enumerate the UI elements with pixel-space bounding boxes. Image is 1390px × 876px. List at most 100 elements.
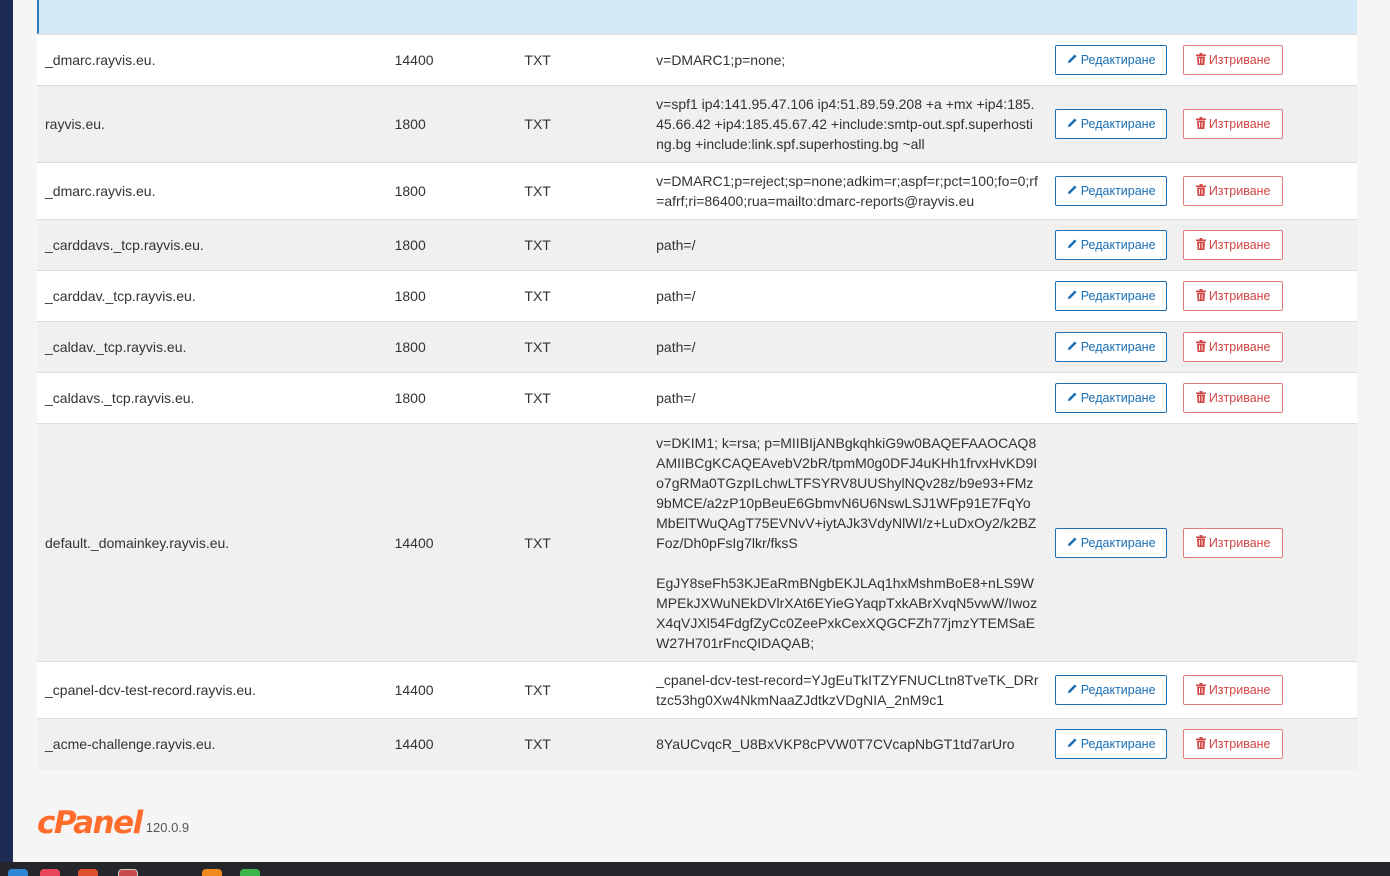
record-type: TXT <box>524 116 551 132</box>
edit-button-label: Редактиране <box>1080 737 1156 752</box>
record-name: _cpanel-dcv-test-record.rayvis.eu. <box>45 682 256 698</box>
table-row: _carddavs._tcp.rayvis.eu. 1800 TXT path=… <box>37 219 1357 271</box>
delete-button-label: Изтриване <box>1208 683 1271 697</box>
record-name: _carddav._tcp.rayvis.eu. <box>45 288 196 304</box>
record-type: TXT <box>524 237 551 253</box>
delete-button[interactable]: Изтриване <box>1183 332 1284 362</box>
table-row: _dmarc.rayvis.eu. 1800 TXT v=DMARC1;p=re… <box>37 162 1357 220</box>
record-type: TXT <box>524 390 551 406</box>
trash-icon <box>1195 390 1206 406</box>
delete-button[interactable]: Изтриване <box>1183 230 1284 260</box>
record-value-part2: EgJY8seFh53KJEaRmBNgbEKJLAq1hxMshmBoE8+n… <box>656 574 1038 651</box>
edit-button-label: Редактиране <box>1080 184 1156 198</box>
edit-button[interactable]: Редактиране <box>1055 281 1168 311</box>
edit-button-label: Редактиране <box>1080 289 1156 303</box>
pencil-icon <box>1067 53 1078 67</box>
trash-icon <box>1195 237 1206 253</box>
left-sidebar-edge <box>0 0 13 862</box>
pencil-icon <box>1067 683 1078 697</box>
edit-button[interactable]: Редактиране <box>1055 176 1168 206</box>
table-row: _dmarc.rayvis.eu. 14400 TXT v=DMARC1;p=n… <box>37 34 1357 86</box>
record-ttl: 1800 <box>394 390 426 406</box>
cpanel-version: 120.0.9 <box>145 820 190 835</box>
delete-button-label: Изтриване <box>1208 535 1271 550</box>
taskbar-app-icon[interactable] <box>240 869 260 876</box>
record-ttl: 1800 <box>394 116 426 132</box>
taskbar-app-icon[interactable] <box>202 869 222 876</box>
taskbar-app-icon[interactable] <box>118 869 138 876</box>
record-name: _dmarc.rayvis.eu. <box>45 183 156 199</box>
record-ttl: 1800 <box>394 339 426 355</box>
table-row: _acme-challenge.rayvis.eu. 14400 TXT 8Ya… <box>37 718 1357 770</box>
record-value: v=DMARC1;p=none; <box>656 52 786 68</box>
record-type: TXT <box>524 736 551 753</box>
taskbar-app-icon[interactable] <box>8 869 28 876</box>
delete-button[interactable]: Изтриване <box>1183 729 1284 760</box>
record-type: TXT <box>524 52 551 68</box>
record-name: rayvis.eu. <box>45 116 105 132</box>
record-value: path=/ <box>656 288 696 304</box>
edit-button[interactable]: Редактиране <box>1055 332 1168 362</box>
record-name: default._domainkey.rayvis.eu. <box>45 534 230 551</box>
table-row: rayvis.eu. 1800 TXT v=spf1 ip4:141.95.47… <box>37 85 1357 163</box>
delete-button[interactable]: Изтриване <box>1183 281 1284 311</box>
pencil-icon <box>1067 737 1078 751</box>
pencil-icon <box>1067 238 1078 252</box>
delete-button[interactable]: Изтриване <box>1183 675 1284 705</box>
record-value: 8YaUCvqcR_U8BxVKP8cPVW0T7CVcapNbGT1td7ar… <box>656 736 1015 753</box>
edit-button[interactable]: Редактиране <box>1055 527 1168 558</box>
taskbar-app-icon[interactable] <box>78 869 98 876</box>
edit-button[interactable]: Редактиране <box>1055 675 1168 705</box>
edit-button[interactable]: Редактиране <box>1055 109 1168 139</box>
selected-row-highlight <box>37 0 1357 34</box>
pencil-icon <box>1067 536 1078 550</box>
pencil-icon <box>1067 340 1078 354</box>
os-taskbar <box>0 862 1390 876</box>
pencil-icon <box>1067 117 1078 131</box>
pencil-icon <box>1067 184 1078 198</box>
record-ttl: 14400 <box>394 52 434 68</box>
delete-button[interactable]: Изтриване <box>1183 45 1284 75</box>
delete-button-label: Изтриване <box>1208 340 1271 354</box>
record-ttl: 1800 <box>394 288 426 304</box>
delete-button[interactable]: Изтриване <box>1183 527 1284 558</box>
record-ttl: 14400 <box>394 682 434 698</box>
delete-button[interactable]: Изтриване <box>1183 176 1284 206</box>
taskbar-app-icon[interactable] <box>40 869 60 876</box>
record-value: v=DMARC1;p=reject;sp=none;adkim=r;aspf=r… <box>656 173 1038 209</box>
cpanel-logo[interactable]: cPanel <box>37 808 143 839</box>
table-row: _carddav._tcp.rayvis.eu. 1800 TXT path=/… <box>37 270 1357 322</box>
delete-button[interactable]: Изтриване <box>1183 109 1284 139</box>
pencil-icon <box>1067 391 1078 405</box>
dns-records-table: _dmarc.rayvis.eu. 14400 TXT v=DMARC1;p=n… <box>37 34 1357 770</box>
delete-button-label: Изтриване <box>1208 737 1271 752</box>
edit-button-label: Редактиране <box>1080 391 1156 405</box>
delete-button-label: Изтриване <box>1208 238 1271 252</box>
edit-button-label: Редактиране <box>1080 53 1156 67</box>
edit-button[interactable]: Редактиране <box>1055 729 1168 760</box>
trash-icon <box>1195 288 1206 304</box>
dns-records-panel: _dmarc.rayvis.eu. 14400 TXT v=DMARC1;p=n… <box>37 0 1357 770</box>
edit-button-label: Редактиране <box>1080 683 1156 697</box>
record-value: _cpanel-dcv-test-record=YJgEuTkITZYFNUCL… <box>656 672 1039 708</box>
trash-icon <box>1195 339 1206 355</box>
delete-button-label: Изтриване <box>1208 184 1271 198</box>
delete-button-label: Изтриване <box>1208 117 1271 131</box>
edit-button[interactable]: Редактиране <box>1055 383 1168 413</box>
record-name: _acme-challenge.rayvis.eu. <box>45 736 216 753</box>
record-ttl: 14400 <box>394 736 434 753</box>
record-name: _dmarc.rayvis.eu. <box>45 52 156 68</box>
delete-button-label: Изтриване <box>1208 289 1271 303</box>
record-ttl: 1800 <box>394 237 426 253</box>
trash-icon <box>1195 682 1206 698</box>
delete-button[interactable]: Изтриване <box>1183 383 1284 413</box>
delete-button-label: Изтриване <box>1208 391 1271 405</box>
table-row: default._domainkey.rayvis.eu. 14400 TXT … <box>37 423 1357 662</box>
edit-button[interactable]: Редактиране <box>1055 45 1168 75</box>
edit-button[interactable]: Редактиране <box>1055 230 1168 260</box>
table-row: _cpanel-dcv-test-record.rayvis.eu. 14400… <box>37 661 1357 719</box>
record-name: _carddavs._tcp.rayvis.eu. <box>45 237 204 253</box>
edit-button-label: Редактиране <box>1080 535 1156 550</box>
record-name: _caldavs._tcp.rayvis.eu. <box>45 390 195 406</box>
record-value: path=/ <box>656 390 696 406</box>
